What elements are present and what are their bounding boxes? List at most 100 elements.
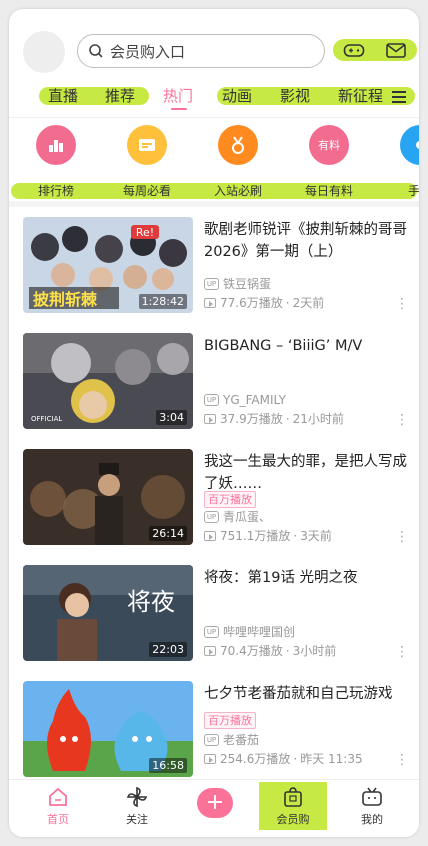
svg-text:Re!: Re! bbox=[136, 226, 154, 239]
avatar[interactable] bbox=[23, 31, 65, 73]
tabs-divider bbox=[9, 117, 419, 118]
video-title[interactable]: 我这一生最大的罪，是把人写成了妖…… bbox=[204, 451, 409, 495]
daily-icon: 有料 bbox=[309, 125, 349, 165]
more-options-icon[interactable]: ⋮ bbox=[395, 530, 409, 544]
home-icon bbox=[49, 787, 67, 806]
tab-anime[interactable]: 动画 bbox=[222, 85, 252, 107]
video-title[interactable]: 七夕节老番茄就和自己玩游戏 bbox=[204, 683, 409, 705]
video-card[interactable]: 26:14 我这一生最大的罪，是把人写成了妖…… 百万播放 UP 青瓜蛋、 751… bbox=[9, 449, 419, 565]
video-duration: 22:03 bbox=[149, 642, 187, 657]
more-options-icon[interactable]: ⋮ bbox=[395, 297, 409, 311]
uploader-row[interactable]: UP YG_FAMILY bbox=[204, 392, 286, 408]
stats-row: 37.9万播放 · 21小时前 bbox=[204, 411, 344, 427]
nav-following[interactable]: 关注 bbox=[107, 786, 167, 827]
category-must-watch[interactable]: 入站必刷 bbox=[198, 125, 278, 198]
category-label: 排行榜 bbox=[37, 184, 74, 198]
category-label: 每周必看 bbox=[122, 184, 171, 198]
category-mobile-games[interactable]: 手游 bbox=[380, 125, 419, 198]
video-card[interactable]: OFFICIAL 3:04 BIGBANG – ‘BiiiG’ M/V UP YG… bbox=[9, 333, 419, 449]
nav-label: 会员购 bbox=[276, 813, 310, 826]
tab-new-journey[interactable]: 新征程 bbox=[338, 85, 384, 107]
stats-row: 254.6万播放 · 昨天 11:35 bbox=[204, 751, 363, 767]
header-icon-group bbox=[333, 39, 417, 61]
million-views-badge: 百万播放 bbox=[204, 712, 256, 729]
gamepad-icon[interactable] bbox=[343, 41, 365, 59]
plus-button[interactable]: + bbox=[197, 788, 233, 818]
uploader-icon: UP bbox=[204, 734, 219, 746]
thumbnail-caption: 将夜 bbox=[127, 588, 175, 616]
view-count: 37.9万播放 bbox=[220, 412, 283, 426]
nav-label: 首页 bbox=[47, 813, 69, 826]
section-divider bbox=[9, 201, 419, 207]
video-title[interactable]: BIGBANG – ‘BiiiG’ M/V bbox=[204, 335, 409, 357]
million-views-badge: 百万播放 bbox=[204, 491, 256, 508]
video-title[interactable]: 将夜：第19话 光明之夜 bbox=[204, 567, 409, 589]
category-daily[interactable]: 有料 每日有料 bbox=[289, 125, 369, 198]
active-tab-indicator bbox=[171, 108, 187, 110]
nav-label: 关注 bbox=[126, 813, 148, 826]
mail-icon[interactable] bbox=[385, 41, 407, 59]
video-thumbnail[interactable]: 将夜 22:03 bbox=[23, 565, 193, 661]
category-label: 入站必刷 bbox=[213, 184, 262, 198]
publish-time: 昨天 11:35 bbox=[300, 752, 363, 766]
uploader-name: 铁豆锅蛋 bbox=[223, 277, 272, 291]
video-duration: 16:58 bbox=[149, 758, 187, 773]
tab-hot[interactable]: 热门 bbox=[163, 85, 193, 107]
uploader-name: 老番茄 bbox=[223, 733, 260, 747]
category-ranking[interactable]: 排行榜 bbox=[16, 125, 96, 198]
uploader-name: 哔哩哔哩国创 bbox=[223, 625, 296, 639]
weekly-icon bbox=[127, 125, 167, 165]
video-thumbnail[interactable]: 16:58 bbox=[23, 681, 193, 777]
video-card[interactable]: Re! 披荆斩棘 1:28:42 歌剧老师锐评《披荆斩棘的哥哥2026》第一期（… bbox=[9, 217, 419, 333]
video-thumbnail[interactable]: OFFICIAL 3:04 bbox=[23, 333, 193, 429]
play-count-icon bbox=[204, 646, 216, 656]
nav-label: 我的 bbox=[361, 813, 383, 826]
category-row: 排行榜 每周必看 入站必刷 有料 每日有料 手游 bbox=[9, 121, 419, 201]
video-thumbnail[interactable]: 26:14 bbox=[23, 449, 193, 545]
uploader-row[interactable]: UP 青瓜蛋、 bbox=[204, 509, 271, 525]
nav-member-shop[interactable]: 会员购 bbox=[263, 786, 323, 827]
tab-film[interactable]: 影视 bbox=[280, 85, 310, 107]
video-title[interactable]: 歌剧老师锐评《披荆斩棘的哥哥2026》第一期（上） bbox=[204, 219, 409, 263]
publish-time: 3小时前 bbox=[292, 644, 337, 658]
uploader-icon: UP bbox=[204, 278, 219, 290]
uploader-row[interactable]: UP 哔哩哔哩国创 bbox=[204, 624, 295, 640]
bar-chart-icon bbox=[36, 125, 76, 165]
more-options-icon[interactable]: ⋮ bbox=[395, 645, 409, 659]
stats-row: 77.6万播放 · 2天前 bbox=[204, 295, 324, 311]
publish-time: 3天前 bbox=[300, 529, 332, 543]
view-count: 70.4万播放 bbox=[220, 644, 283, 658]
channel-tabs: 直播 推荐 热门 动画 影视 新征程 bbox=[9, 81, 419, 111]
app-screen: 会员购入口 直播 推荐 热门 动画 影视 新征程 排行榜 每周必看 入站必刷 有… bbox=[9, 9, 419, 837]
menu-icon[interactable] bbox=[392, 91, 406, 103]
uploader-icon: UP bbox=[204, 394, 219, 406]
nav-home[interactable]: 首页 bbox=[28, 786, 88, 827]
game-icon bbox=[400, 125, 419, 165]
stats-row: 751.1万播放 · 3天前 bbox=[204, 528, 332, 544]
nav-me[interactable]: 我的 bbox=[342, 786, 402, 827]
publish-time: 21小时前 bbox=[292, 412, 344, 426]
uploader-row[interactable]: UP 老番茄 bbox=[204, 732, 259, 748]
medal-icon bbox=[218, 125, 258, 165]
tab-recommend[interactable]: 推荐 bbox=[105, 85, 135, 107]
tab-live[interactable]: 直播 bbox=[48, 85, 78, 107]
category-label: 手游 bbox=[407, 184, 419, 198]
more-options-icon[interactable]: ⋮ bbox=[395, 753, 409, 767]
more-options-icon[interactable]: ⋮ bbox=[395, 413, 409, 427]
category-weekly[interactable]: 每周必看 bbox=[107, 125, 187, 198]
uploader-row[interactable]: UP 铁豆锅蛋 bbox=[204, 276, 271, 292]
video-duration: 1:28:42 bbox=[138, 294, 187, 309]
uploader-icon: UP bbox=[204, 511, 219, 523]
category-label: 每日有料 bbox=[304, 184, 353, 198]
video-thumbnail[interactable]: Re! 披荆斩棘 1:28:42 bbox=[23, 217, 193, 313]
view-count: 751.1万播放 bbox=[220, 529, 291, 543]
play-count-icon bbox=[204, 754, 216, 764]
video-duration: 26:14 bbox=[149, 526, 187, 541]
video-card[interactable]: 将夜 22:03 将夜：第19话 光明之夜 UP 哔哩哔哩国创 70.4万播放 · 3… bbox=[9, 565, 419, 681]
search-bar[interactable]: 会员购入口 bbox=[77, 34, 325, 68]
play-count-icon bbox=[204, 414, 216, 424]
view-count: 254.6万播放 bbox=[220, 752, 291, 766]
thumbnail-caption: OFFICIAL bbox=[31, 415, 62, 423]
play-count-icon bbox=[204, 298, 216, 308]
publish-time: 2天前 bbox=[292, 296, 325, 310]
